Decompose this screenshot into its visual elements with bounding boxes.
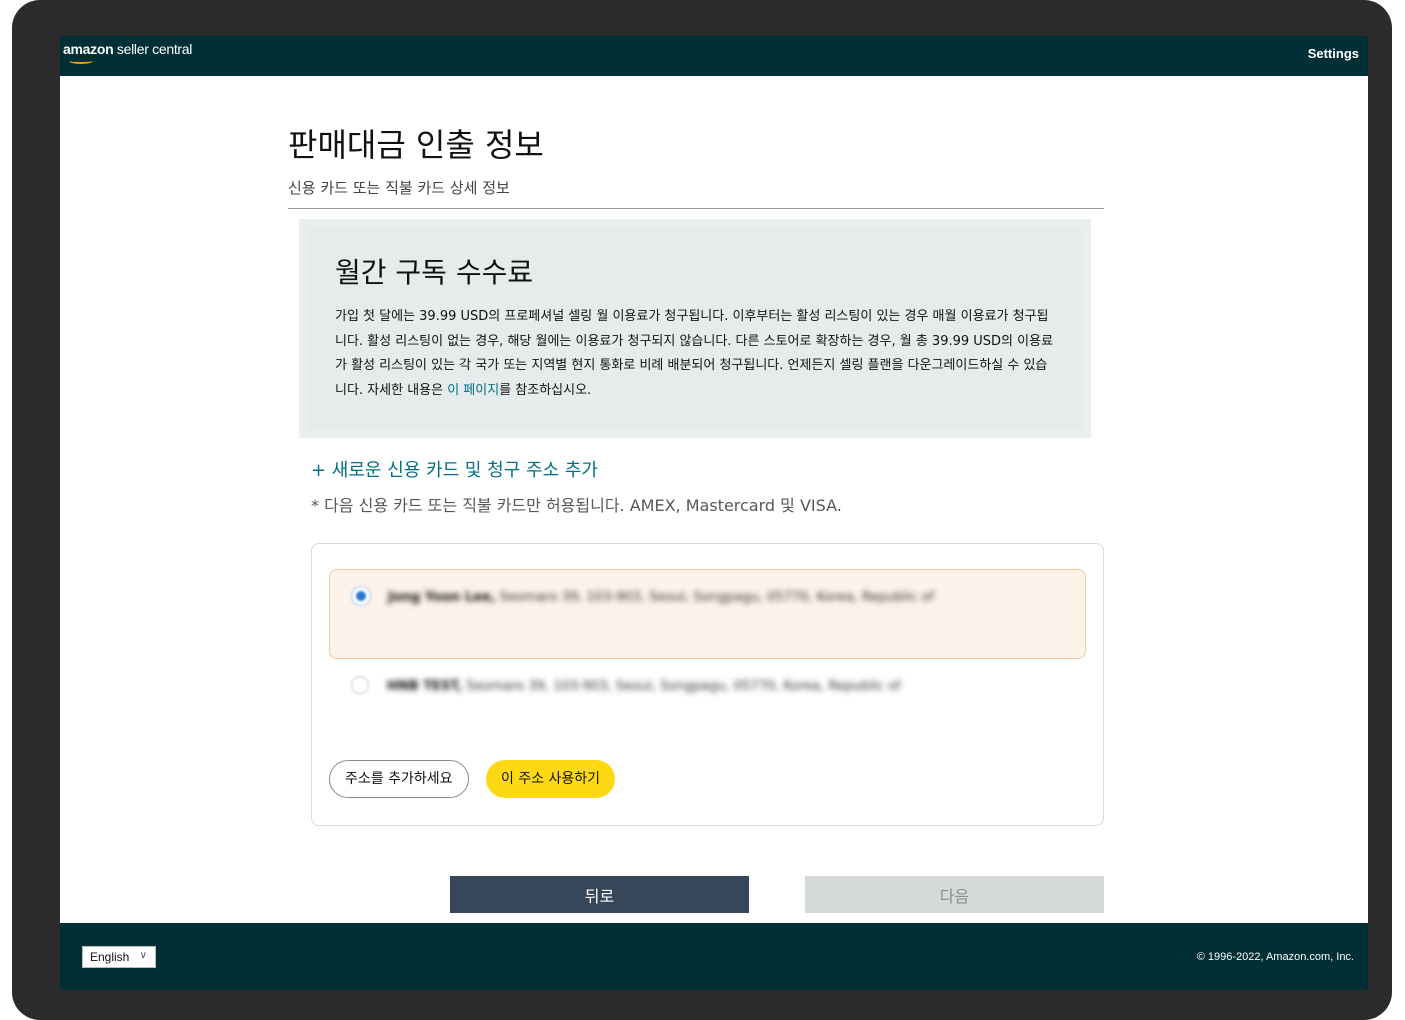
info-box-inner: 월간 구독 수수료 가입 첫 달에는 39.99 USD의 프로페셔널 셀링 월… xyxy=(307,227,1083,430)
address-option-2[interactable]: HNB TEST, Seomaro 39, 103-903, Seoul, So… xyxy=(329,659,1086,749)
back-button[interactable]: 뒤로 xyxy=(450,876,749,913)
logo-product: seller central xyxy=(116,41,193,57)
address-option-1[interactable]: Jong Yoon Lee, Seomaro 39, 103-903, Seou… xyxy=(329,569,1086,659)
info-box-title: 월간 구독 수수료 xyxy=(335,256,534,289)
info-body-text: 가입 첫 달에는 39.99 USD의 프로페셔널 셀링 월 이용료가 청구됩니… xyxy=(335,309,1054,398)
address-detail: Seomaro 39, 103-903, Seoul, Songpagu, 05… xyxy=(466,679,901,694)
chevron-down-icon: ∨ xyxy=(139,950,147,961)
next-button[interactable]: 다음 xyxy=(805,876,1104,913)
address-detail: Seomaro 39, 103-903, Seoul, Songpagu, 05… xyxy=(499,590,935,605)
add-address-button[interactable]: 주소를 추가하세요 xyxy=(329,760,469,798)
address-radio-selected[interactable] xyxy=(352,587,370,605)
settings-link[interactable]: Settings xyxy=(1308,46,1359,61)
address-text: HNB TEST, Seomaro 39, 103-903, Seoul, So… xyxy=(387,675,947,699)
address-radio[interactable] xyxy=(351,676,369,694)
divider xyxy=(288,208,1104,209)
amazon-seller-central-logo[interactable]: amazon seller central xyxy=(63,41,193,64)
address-text: Jong Yoon Lee, Seomaro 39, 103-903, Seou… xyxy=(388,586,948,610)
address-name: HNB TEST, xyxy=(387,679,463,694)
page-title: 판매대금 인출 정보 xyxy=(288,126,544,164)
copyright-text: © 1996-2022, Amazon.com, Inc. xyxy=(1196,951,1354,963)
footer: English ∨ © 1996-2022, Amazon.com, Inc. xyxy=(60,923,1368,990)
logo-brand: amazon xyxy=(63,41,114,57)
this-page-link[interactable]: 이 페이지 xyxy=(447,383,499,398)
page-subtitle: 신용 카드 또는 직불 카드 상세 정보 xyxy=(288,179,510,197)
use-this-address-button[interactable]: 이 주소 사용하기 xyxy=(486,760,616,798)
amazon-smile-icon xyxy=(69,58,93,64)
top-navigation-bar: amazon seller central Settings xyxy=(60,36,1368,76)
info-box-body: 가입 첫 달에는 39.99 USD의 프로페셔널 셀링 월 이용료가 청구됩니… xyxy=(335,305,1055,403)
info-body-text-end: 를 참조하십시오. xyxy=(499,382,592,398)
language-value: English xyxy=(90,950,130,964)
accepted-cards-note: * 다음 신용 카드 또는 직불 카드만 허용됩니다. AMEX, Master… xyxy=(311,496,842,515)
language-select[interactable]: English ∨ xyxy=(82,946,156,968)
address-name: Jong Yoon Lee, xyxy=(388,590,496,605)
monthly-fee-info-box: 월간 구독 수수료 가입 첫 달에는 39.99 USD의 프로페셔널 셀링 월… xyxy=(299,219,1091,438)
add-new-card-link[interactable]: + 새로운 신용 카드 및 청구 주소 추가 xyxy=(311,456,598,482)
device-frame: amazon seller central Settings 판매대금 인출 정… xyxy=(12,0,1392,1020)
billing-address-panel: Jong Yoon Lee, Seomaro 39, 103-903, Seou… xyxy=(311,543,1104,826)
app-screen: amazon seller central Settings 판매대금 인출 정… xyxy=(60,36,1368,990)
